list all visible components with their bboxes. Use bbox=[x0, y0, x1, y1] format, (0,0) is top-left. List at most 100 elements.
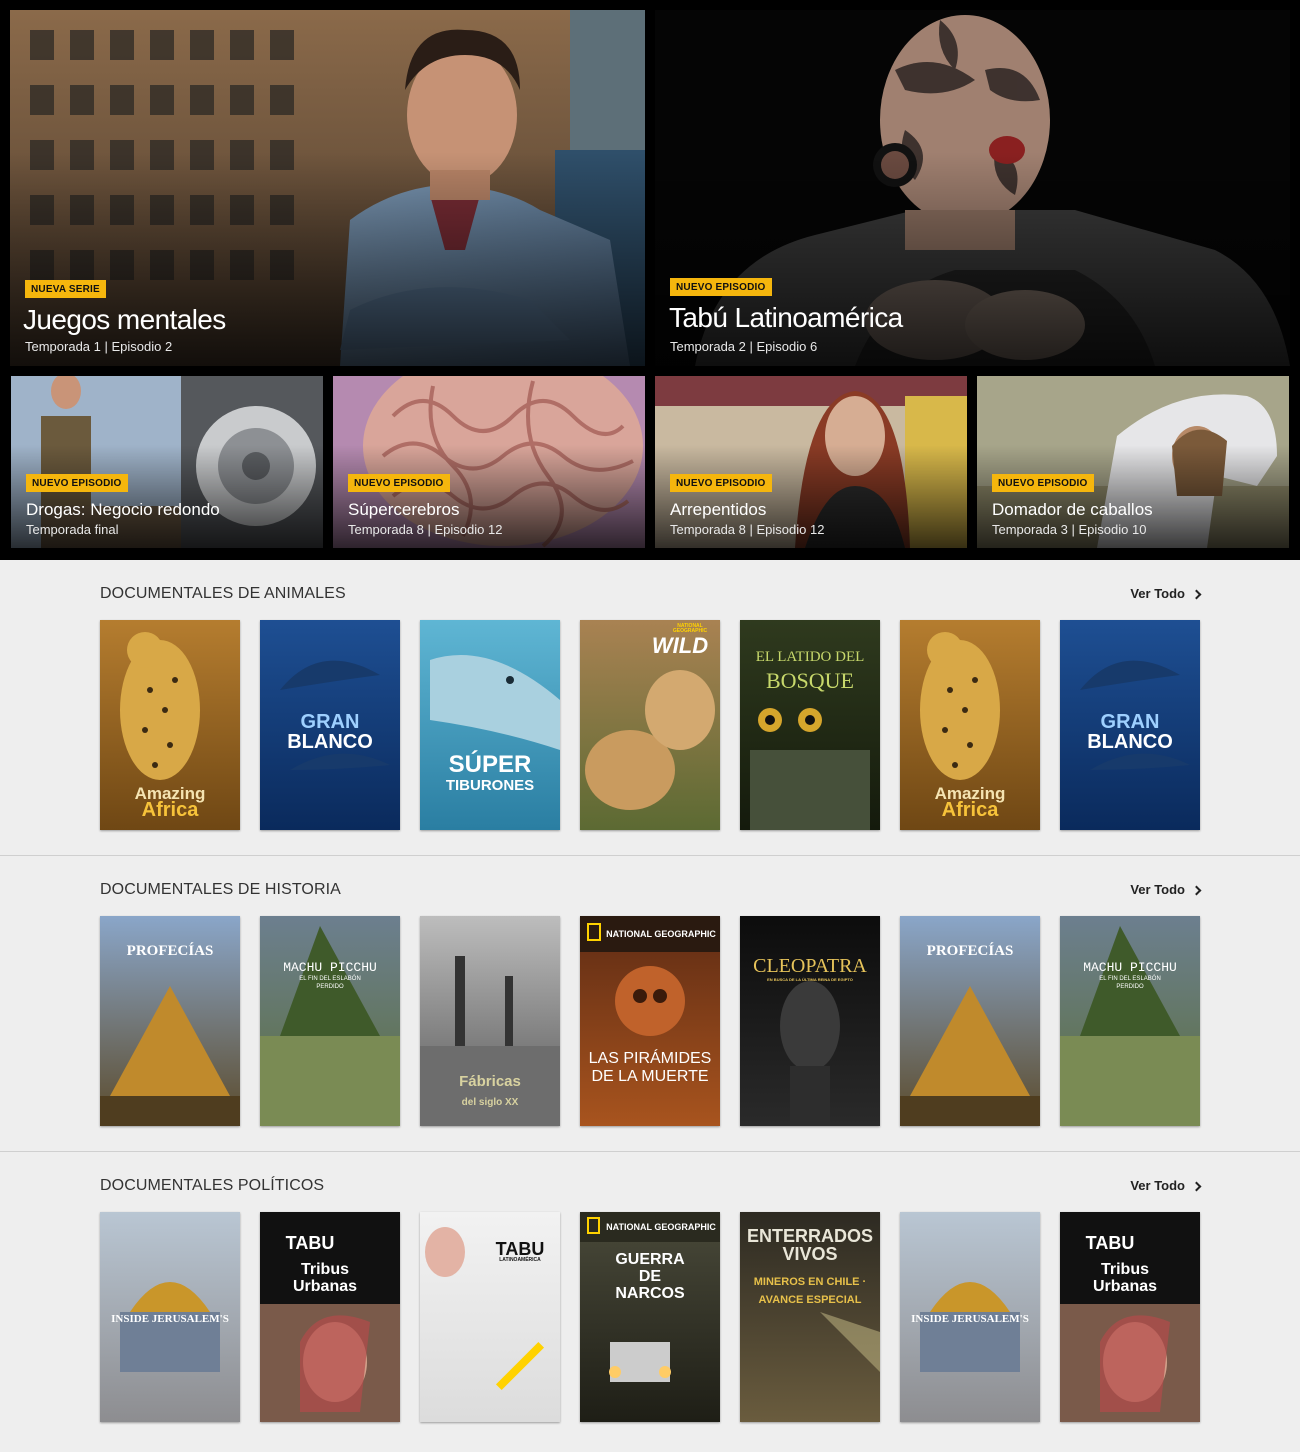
poster-line1: INSIDE JERUSALEM'S bbox=[111, 1313, 229, 1325]
featured-tile-juegos-mentales[interactable]: NUEVA SERIE Juegos mentales Temporada 1 … bbox=[10, 10, 645, 366]
episode-tile-arrepentidos[interactable]: NUEVO EPISODIO Arrepentidos Temporada 8 … bbox=[655, 376, 967, 548]
poster-card[interactable]: NATIONAL GEOGRAPHIC GUERRA DE NARCOS bbox=[580, 1212, 720, 1422]
row-historia: DOCUMENTALES DE HISTORIA Ver Todo PROFEC… bbox=[0, 856, 1300, 1152]
chevron-right-icon bbox=[1191, 589, 1202, 599]
featured-tile-tabu-latinoamerica[interactable]: NUEVO EPISODIO Tabú Latinoamérica Tempor… bbox=[655, 10, 1290, 366]
poster-line2: Africa bbox=[141, 799, 199, 821]
see-all-link[interactable]: Ver Todo bbox=[1130, 1178, 1202, 1193]
poster-row: INSIDE JERUSALEM'S TABU Tribus Urbanas T… bbox=[100, 1212, 1200, 1422]
featured-title: Juegos mentales bbox=[23, 304, 226, 335]
featured-badge: NUEVA SERIE bbox=[25, 280, 106, 298]
poster-line1: PROFECÍAS bbox=[926, 943, 1014, 959]
poster-card[interactable]: NATIONAL GEOGRAPHIC LAS PIRÁMIDES DE LA … bbox=[580, 916, 720, 1126]
poster-line1: NATIONAL GEOGRAPHIC bbox=[606, 1222, 716, 1232]
see-all-label: Ver Todo bbox=[1130, 586, 1185, 601]
poster-card[interactable]: PROFECÍAS bbox=[900, 916, 1040, 1126]
cleopatra-art bbox=[780, 981, 840, 1126]
poster-card[interactable]: TABU Tribus Urbanas bbox=[260, 1212, 400, 1422]
see-all-label: Ver Todo bbox=[1130, 1178, 1185, 1193]
chevron-right-icon bbox=[1191, 885, 1202, 895]
row-politicos: DOCUMENTALES POLÍTICOS Ver Todo INSIDE J… bbox=[0, 1152, 1300, 1452]
poster-line2: BOSQUE bbox=[765, 668, 854, 693]
poster-card[interactable]: TABU Tribus Urbanas bbox=[1060, 1212, 1200, 1422]
poster-line1: GRAN bbox=[300, 711, 360, 733]
catalog-section: DOCUMENTALES DE ANIMALES Ver Todo Amazin… bbox=[0, 560, 1300, 1452]
see-all-label: Ver Todo bbox=[1130, 882, 1185, 897]
poster-line1: ENTERRADOS VIVOS bbox=[746, 1226, 873, 1264]
poster-line2: Tribus Urbanas bbox=[292, 1261, 358, 1295]
poster-card[interactable]: SÚPER TIBURONES bbox=[420, 620, 560, 830]
poster-line1: MACHU PICCHU bbox=[1083, 960, 1177, 975]
episode-tile-domador[interactable]: NUEVO EPISODIO Domador de caballos Tempo… bbox=[977, 376, 1289, 548]
mountain-art bbox=[1060, 926, 1200, 1126]
episode-title: Domador de caballos bbox=[992, 500, 1153, 519]
poster-line1: SÚPER bbox=[448, 751, 532, 778]
episode-tile-drogas[interactable]: NUEVO EPISODIO Drogas: Negocio redondo T… bbox=[11, 376, 323, 548]
featured-subtitle: Temporada 2 | Episodio 6 bbox=[670, 339, 818, 354]
poster-line2: BLANCO bbox=[287, 731, 373, 753]
poster-card[interactable]: WILD NATIONAL GEOGRAPHIC bbox=[580, 620, 720, 830]
episode-title: Súpercerebros bbox=[348, 500, 460, 519]
poster-line1: TABU bbox=[495, 1239, 545, 1259]
poster-card[interactable]: INSIDE JERUSALEM'S bbox=[100, 1212, 240, 1422]
skull-art bbox=[580, 916, 720, 1036]
mountain-art bbox=[260, 926, 400, 1126]
poster-line2: EL FIN DEL ESLABÓN PERDIDO bbox=[1099, 976, 1161, 990]
poster-line1: EL LATIDO DEL bbox=[755, 649, 865, 665]
hero-section: NUEVA SERIE Juegos mentales Temporada 1 … bbox=[0, 0, 1300, 560]
row-title: DOCUMENTALES POLÍTICOS bbox=[100, 1177, 325, 1194]
poster-line1: TABU bbox=[285, 1233, 335, 1253]
poster-line2: LATINOAMÉRICA bbox=[499, 1257, 541, 1263]
poster-card[interactable]: GRAN BLANCO bbox=[1060, 620, 1200, 830]
poster-line1: CLEOPATRA bbox=[753, 955, 867, 977]
poster-line1: Fábricas bbox=[459, 1073, 521, 1090]
poster-line1: INSIDE JERUSALEM'S bbox=[911, 1313, 1029, 1325]
episode-subtitle: Temporada 3 | Episodio 10 bbox=[992, 522, 1147, 537]
poster-line2: LAS PIRÁMIDES DE LA MUERTE bbox=[588, 1050, 712, 1085]
poster-card[interactable]: MACHU PICCHU EL FIN DEL ESLABÓN PERDIDO bbox=[1060, 916, 1200, 1126]
poster-card[interactable]: Fábricas del siglo XX bbox=[420, 916, 560, 1126]
poster-line2: EL FIN DEL ESLABÓN PERDIDO bbox=[299, 976, 361, 990]
poster-card[interactable]: Amazing Africa bbox=[900, 620, 1040, 830]
poster-line2: NATIONAL GEOGRAPHIC bbox=[672, 623, 708, 634]
episode-subtitle: Temporada final bbox=[26, 522, 119, 537]
episode-subtitle: Temporada 8 | Episodio 12 bbox=[348, 522, 503, 537]
episode-badge: NUEVO EPISODIO bbox=[26, 474, 128, 492]
poster-row: Amazing Africa GRAN BLANCO SÚPER TIBURON… bbox=[100, 620, 1200, 830]
poster-line1: PROFECÍAS bbox=[126, 943, 214, 959]
featured-subtitle: Temporada 1 | Episodio 2 bbox=[25, 339, 173, 354]
chevron-right-icon bbox=[1191, 1181, 1202, 1191]
see-all-link[interactable]: Ver Todo bbox=[1130, 586, 1202, 601]
poster-card[interactable]: Amazing Africa bbox=[100, 620, 240, 830]
poster-card[interactable]: PROFECÍAS bbox=[100, 916, 240, 1126]
featured-badge: NUEVO EPISODIO bbox=[670, 278, 772, 296]
poster-card[interactable]: GRAN BLANCO bbox=[260, 620, 400, 830]
poster-line2: EN BUSCA DE LA ÚLTIMA REINA DE EGIPTO bbox=[767, 977, 853, 982]
episode-badge: NUEVO EPISODIO bbox=[348, 474, 450, 492]
poster-card[interactable]: INSIDE JERUSALEM'S bbox=[900, 1212, 1040, 1422]
poster-line1: MACHU PICCHU bbox=[283, 960, 377, 975]
poster-card[interactable]: TABU LATINOAMÉRICA bbox=[420, 1212, 560, 1422]
episode-tile-supercerebros[interactable]: NUEVO EPISODIO Súpercerebros Temporada 8… bbox=[333, 376, 645, 548]
poster-line2: TIBURONES bbox=[445, 777, 535, 794]
poster-line2: Africa bbox=[941, 799, 999, 821]
shark-art bbox=[430, 655, 560, 750]
episode-badge: NUEVO EPISODIO bbox=[992, 474, 1094, 492]
episode-title: Drogas: Negocio redondo bbox=[26, 500, 220, 519]
episode-title: Arrepentidos bbox=[670, 500, 767, 519]
poster-card[interactable]: EL LATIDO DEL BOSQUE bbox=[740, 620, 880, 830]
poster-line1: NATIONAL GEOGRAPHIC bbox=[606, 929, 716, 939]
row-animales: DOCUMENTALES DE ANIMALES Ver Todo Amazin… bbox=[0, 560, 1300, 856]
row-title: DOCUMENTALES DE HISTORIA bbox=[100, 881, 341, 898]
poster-line2: GUERRA DE NARCOS bbox=[615, 1251, 685, 1302]
featured-title: Tabú Latinoamérica bbox=[669, 302, 903, 333]
poster-line2: del siglo XX bbox=[461, 1097, 519, 1108]
poster-card[interactable]: ENTERRADOS VIVOS MINEROS EN CHILE · AVAN… bbox=[740, 1212, 880, 1422]
poster-line1: TABU bbox=[1085, 1233, 1135, 1253]
see-all-link[interactable]: Ver Todo bbox=[1130, 882, 1202, 897]
poster-card[interactable]: CLEOPATRA EN BUSCA DE LA ÚLTIMA REINA DE… bbox=[740, 916, 880, 1126]
poster-card[interactable]: MACHU PICCHU EL FIN DEL ESLABÓN PERDIDO bbox=[260, 916, 400, 1126]
narcos-art bbox=[580, 1212, 720, 1382]
poster-line2: MINEROS EN CHILE · AVANCE ESPECIAL bbox=[753, 1276, 867, 1306]
poster-line1: GRAN bbox=[1100, 711, 1160, 733]
